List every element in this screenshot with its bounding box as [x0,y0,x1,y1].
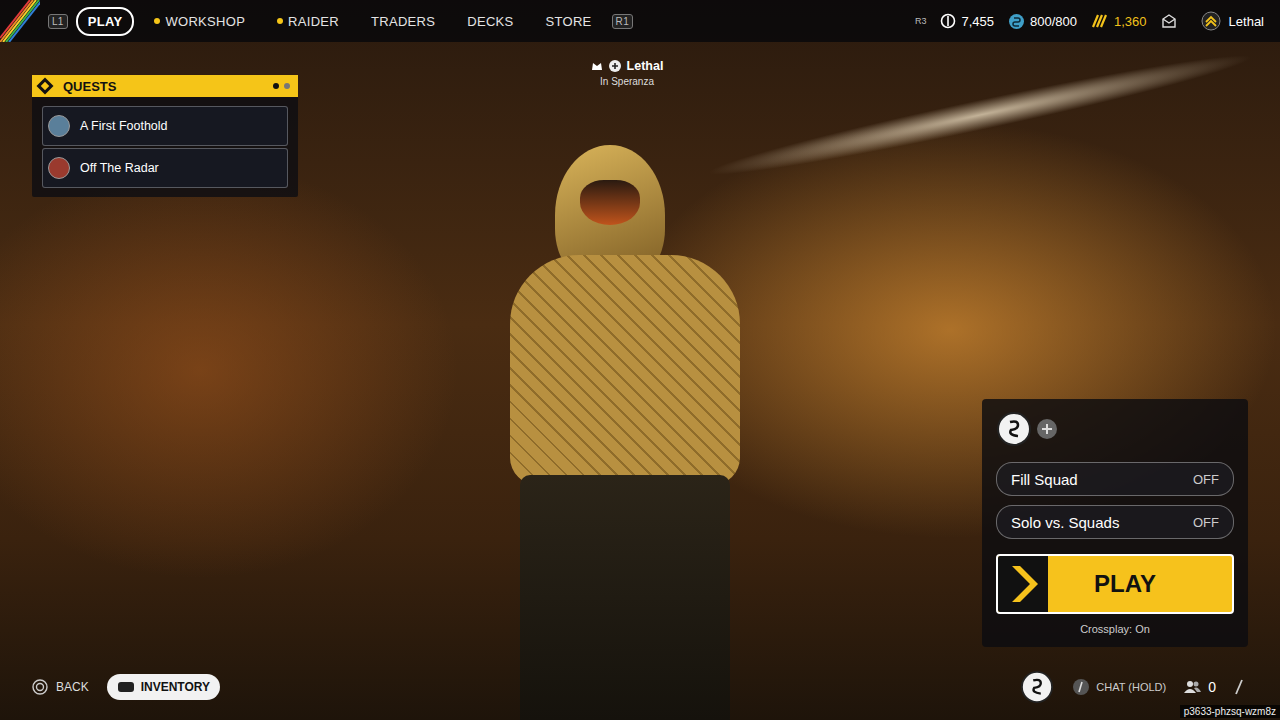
nav-tab[interactable]: TRADERS [359,7,447,36]
main-nav: L1 PLAY WORKSHOP RAIDER TRADERS DECKS ST… [48,7,633,36]
friends-icon [1184,680,1202,694]
nav-tab[interactable]: RAIDER [265,7,351,36]
nav-tab[interactable]: PLAY [76,7,135,36]
session-code: p3633-phzsq-wzm8z [1180,705,1280,718]
quest-list: A First Foothold Off The Radar [32,97,298,188]
squad-toggle[interactable]: Fill Squad OFF [996,462,1234,496]
chat-key-icon [1072,678,1090,696]
currency: 800/800 [1008,13,1077,30]
player-avatar-icon[interactable] [1020,670,1054,704]
quest-item[interactable]: Off The Radar [42,148,288,188]
play-button[interactable]: PLAY [996,554,1234,614]
inventory-button[interactable]: INVENTORY [107,674,220,700]
nav-tab[interactable]: DECKS [455,7,525,36]
player-avatar-icon[interactable] [996,411,1032,447]
notification-dot-icon [277,18,283,24]
quest-diamond-icon [35,76,55,96]
currency: 1,360 [1091,13,1147,29]
circle-button-icon [32,679,48,695]
top-bar: L1 PLAY WORKSHOP RAIDER TRADERS DECKS ST… [0,0,1280,42]
squad-toggle[interactable]: Solo vs. Squads OFF [996,505,1234,539]
back-button[interactable]: BACK [32,679,89,695]
friends-count[interactable]: 0 [1184,679,1216,695]
quests-header: QUESTS [32,75,298,97]
page-dot[interactable] [284,83,290,89]
token-icon [1091,13,1109,29]
page-dot[interactable] [273,83,279,89]
nav-tab[interactable]: WORKSHOP [142,7,257,36]
l1-key[interactable]: L1 [48,14,68,29]
quest-giver-icon [48,157,70,179]
add-friend-icon [608,59,622,73]
rank-icon [1201,11,1221,31]
center-column: Lethal In Speranza [298,75,982,647]
touchpad-icon [117,681,135,693]
crown-icon [591,60,603,72]
currency-bar: R3 7,455 800/800 1,360 Lethal [915,11,1264,31]
main-menu-screen: L1 PLAY WORKSHOP RAIDER TRADERS DECKS ST… [0,0,1280,720]
chevron-icon [998,556,1048,612]
notification-dot-icon [154,18,160,24]
invite-plus-icon[interactable] [1036,418,1058,440]
quests-panel: QUESTS A First Foothold Off The Radar [32,75,298,197]
rainbow-stripes-icon [0,0,40,42]
edit-icon[interactable] [1234,679,1244,695]
nav-tab[interactable]: STORE [534,7,604,36]
cred-icon [1008,13,1025,30]
squad-panel: Fill Squad OFFSolo vs. Squads OFF PLAY C… [982,399,1248,647]
content-area: QUESTS A First Foothold Off The Radar Le… [0,42,1280,665]
coin-icon [940,13,956,29]
bottom-bar: BACK INVENTORY CHAT (HOLD) 0 p3633-phzsq… [0,665,1280,720]
profile[interactable]: Lethal [1201,11,1264,31]
r1-key[interactable]: R1 [612,14,633,29]
chat-button[interactable]: CHAT (HOLD) [1072,678,1166,696]
player-tag: Lethal In Speranza [591,59,664,647]
quest-giver-icon [48,115,70,137]
mail-icon[interactable] [1161,14,1177,28]
quest-item[interactable]: A First Foothold [42,106,288,146]
character-figure [480,145,770,720]
currency: 7,455 [940,13,994,29]
quest-pages [273,83,290,89]
r3-key[interactable]: R3 [915,16,927,26]
